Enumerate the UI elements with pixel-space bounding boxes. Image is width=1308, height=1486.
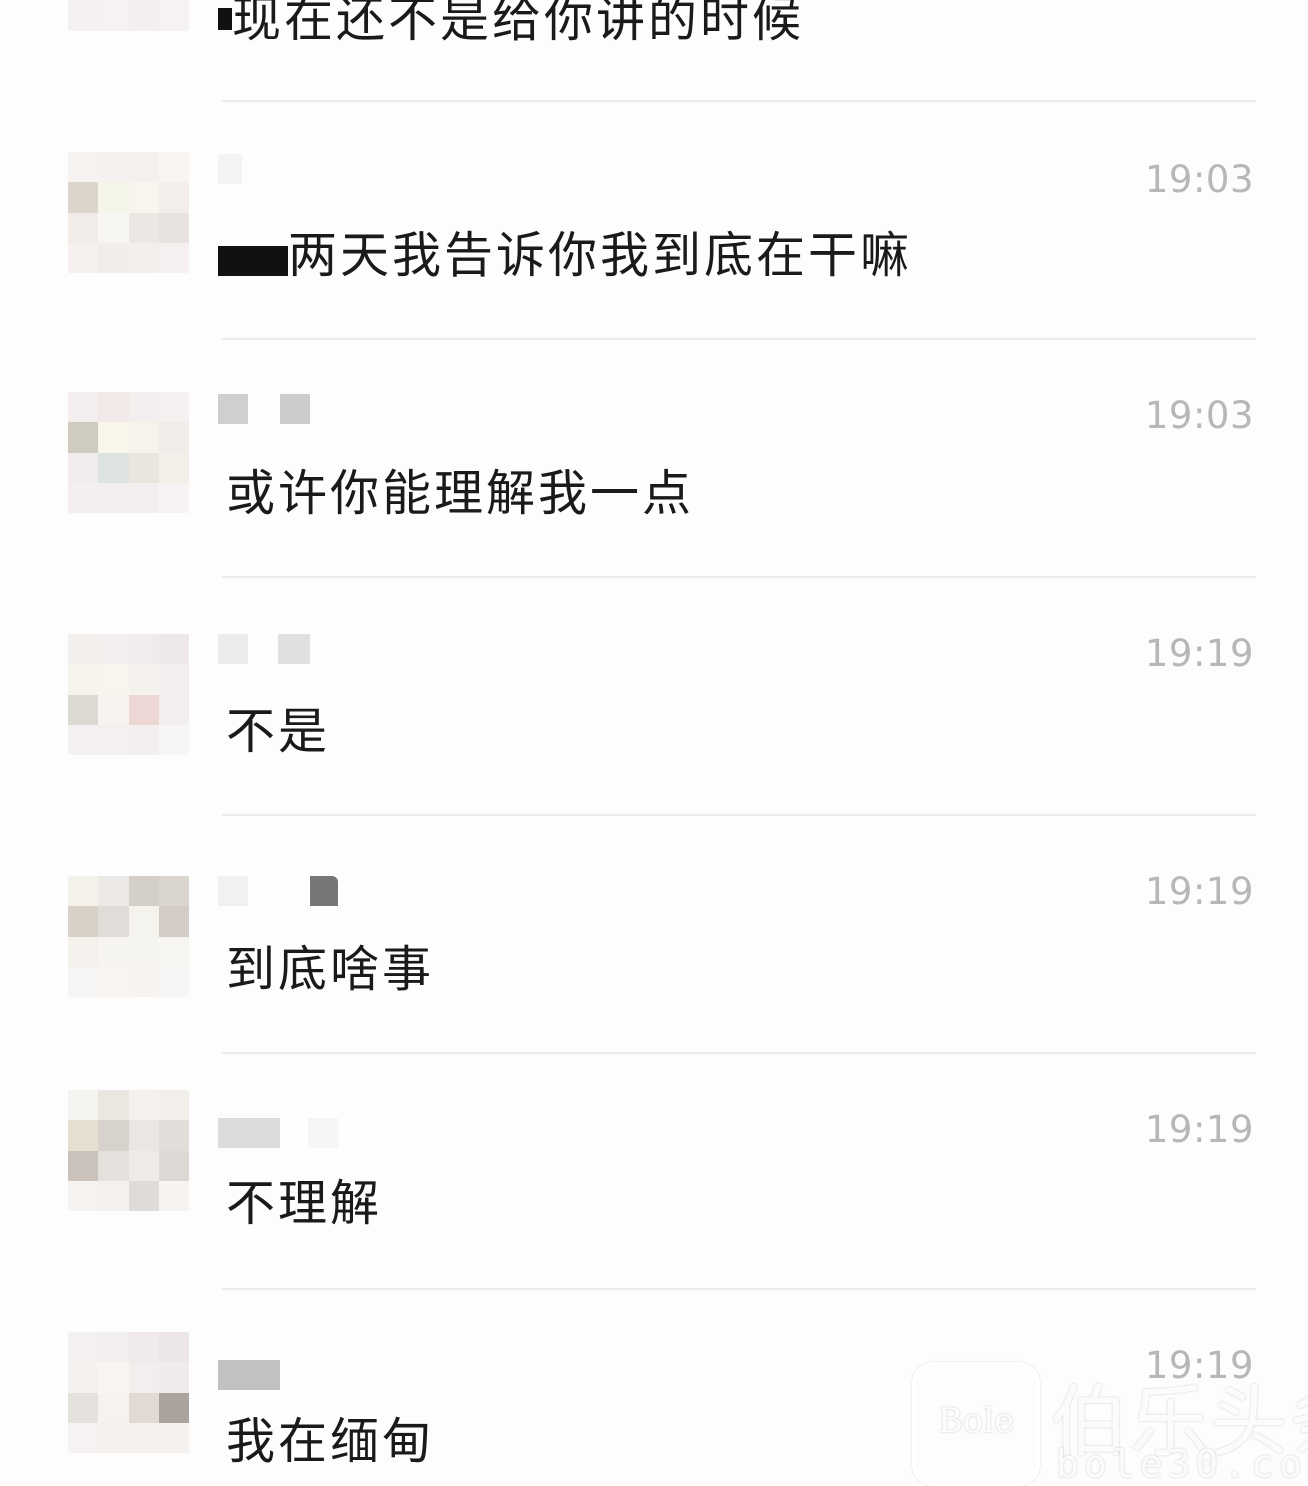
message-text: 或许你能理解我一点 — [226, 465, 695, 522]
chat-item[interactable]: 现在还不是给你讲的时候 — [0, 0, 1308, 102]
message-text: 现在还不是给你讲的时候 — [232, 0, 805, 48]
avatar — [68, 1332, 189, 1453]
sender-name — [218, 1360, 282, 1392]
sender-name — [218, 634, 338, 666]
watermark-logo-text: Bole — [937, 1401, 1015, 1441]
avatar — [68, 152, 189, 273]
message-text: 不理解 — [226, 1175, 383, 1232]
message-preview: 现在还不是给你讲的时候 — [218, 0, 804, 50]
message-text: 我在缅甸 — [226, 1413, 435, 1470]
message-text: 到底啥事 — [226, 941, 435, 998]
redaction-mark — [218, 246, 288, 276]
avatar — [68, 876, 189, 997]
redaction-mark — [218, 8, 232, 30]
message-preview: 两天我告诉你我到底在干嘛 — [218, 226, 912, 286]
timestamp: 19:03 — [1144, 158, 1254, 201]
sender-name — [218, 394, 318, 426]
avatar — [68, 1090, 189, 1211]
timestamp: 19:03 — [1144, 394, 1254, 437]
chat-list: 现在还不是给你讲的时候 19:03 两天我告诉你我到底在干嘛 19:03 或许你… — [0, 0, 1308, 1484]
sender-name — [218, 876, 340, 908]
watermark: Bole 伯乐头条 bole30.com — [910, 1358, 1308, 1486]
chat-item[interactable]: 19:19 到底啥事 — [0, 816, 1308, 1054]
avatar — [68, 0, 189, 31]
chat-item[interactable]: 19:03 或许你能理解我一点 — [0, 340, 1308, 578]
avatar — [68, 634, 189, 755]
chat-item[interactable]: 19:19 不是 — [0, 578, 1308, 816]
sender-name — [218, 154, 248, 186]
chat-item[interactable]: 19:03 两天我告诉你我到底在干嘛 — [0, 102, 1308, 340]
message-text: 不是 — [226, 703, 331, 760]
sender-name — [218, 1118, 342, 1150]
chat-item[interactable]: 19:19 不理解 — [0, 1054, 1308, 1290]
watermark-domain: bole30.com — [1056, 1442, 1308, 1486]
timestamp: 19:19 — [1144, 632, 1254, 675]
avatar — [68, 392, 189, 513]
timestamp: 19:19 — [1144, 870, 1254, 913]
timestamp: 19:19 — [1144, 1108, 1254, 1151]
message-text: 两天我告诉你我到底在干嘛 — [288, 227, 913, 284]
watermark-logo: Bole — [912, 1362, 1040, 1486]
